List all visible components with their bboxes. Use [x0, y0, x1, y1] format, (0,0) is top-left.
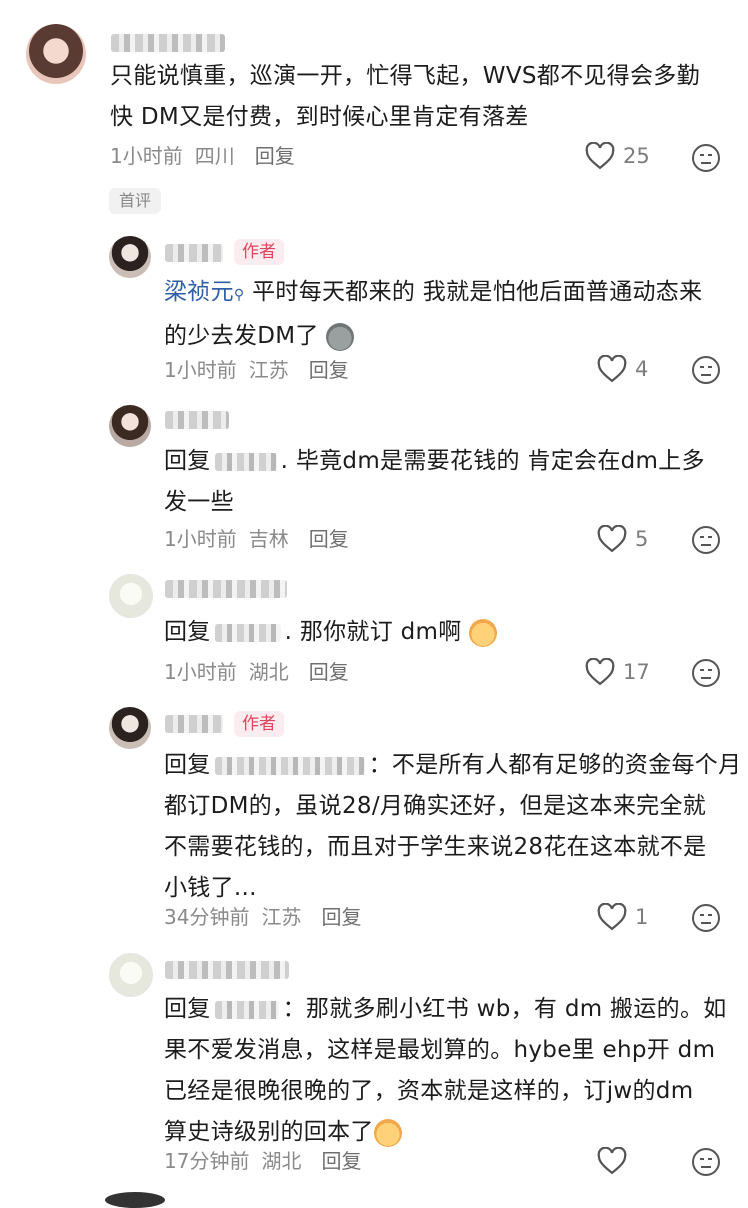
- comment-meta: 1小时前 江苏 回复: [164, 356, 361, 384]
- username-blurred[interactable]: [165, 244, 223, 262]
- avatar[interactable]: [109, 236, 151, 278]
- comment-meta: 1小时前 四川 回复: [110, 142, 307, 170]
- dislike-face-icon[interactable]: [691, 355, 721, 385]
- timestamp: 1小时前: [110, 144, 183, 168]
- like-button[interactable]: 17: [585, 658, 650, 686]
- heart-icon: [585, 142, 615, 170]
- heart-icon: [597, 1147, 627, 1175]
- mentioned-user-blurred[interactable]: [214, 756, 365, 775]
- like-count: 17: [623, 660, 650, 684]
- comment-meta: 17分钟前 湖北 回复: [164, 1147, 373, 1175]
- avatar[interactable]: [109, 574, 153, 618]
- reply-button[interactable]: 回复: [309, 660, 349, 684]
- dislike-face-icon[interactable]: [691, 903, 721, 933]
- avatar[interactable]: [109, 405, 151, 447]
- location: 吉林: [248, 527, 289, 551]
- search-icon: ⚲: [233, 287, 245, 303]
- comment-meta: 1小时前 吉林 回复: [164, 525, 361, 553]
- heart-icon: [597, 525, 627, 553]
- like-button[interactable]: 4: [597, 355, 648, 383]
- mentioned-user-blurred[interactable]: [214, 452, 277, 471]
- author-tag: 作者: [234, 711, 284, 737]
- like-count: 5: [635, 527, 649, 551]
- heart-icon: [597, 903, 627, 931]
- timestamp: 17分钟前: [164, 1149, 250, 1173]
- location: 四川: [194, 144, 235, 168]
- crying-emoji-icon: [373, 1118, 402, 1147]
- like-button[interactable]: 5: [597, 525, 648, 553]
- reply-button[interactable]: 回复: [321, 905, 361, 929]
- dislike-face-icon[interactable]: [691, 1147, 721, 1177]
- next-avatar-partial: [105, 1192, 165, 1208]
- reply-button[interactable]: 回复: [255, 144, 295, 168]
- heart-icon: [597, 355, 627, 383]
- mentioned-user-blurred[interactable]: [214, 1000, 279, 1019]
- reply-button[interactable]: 回复: [309, 527, 349, 551]
- reply-button[interactable]: 回复: [309, 358, 349, 382]
- mention-link[interactable]: 梁祯元: [164, 279, 234, 305]
- crying-emoji-icon: [469, 618, 498, 647]
- author-tag: 作者: [234, 239, 284, 265]
- timestamp: 1小时前: [164, 527, 237, 551]
- timestamp: 1小时前: [164, 358, 237, 382]
- comment-text: 回复 ：不是所有人都有足够的资金每个月 都订DM的，虽说28/月确实还好，但是这本…: [164, 752, 742, 901]
- username-blurred[interactable]: [111, 34, 225, 52]
- dislike-face-icon[interactable]: [691, 143, 721, 173]
- comment-text: 回复 ：那就多刷小红书 wb，有 dm 搬运的。如 果不爱发消息，这样是最划算的。…: [164, 996, 727, 1147]
- comment-text: 只能说慎重，巡演一开，忙得飞起，WVS都不见得会多勤 快 DM又是付费，到时候心…: [110, 63, 700, 130]
- sad-emoji-icon: [326, 322, 355, 351]
- username-blurred[interactable]: [165, 961, 289, 979]
- mentioned-user-blurred[interactable]: [214, 623, 281, 642]
- dislike-face-icon[interactable]: [691, 525, 721, 555]
- location: 江苏: [248, 358, 289, 382]
- like-count: 25: [623, 144, 650, 168]
- like-button[interactable]: 25: [585, 142, 650, 170]
- avatar[interactable]: [109, 707, 151, 749]
- username-blurred[interactable]: [165, 411, 229, 429]
- timestamp: 1小时前: [164, 660, 237, 684]
- location: 湖北: [261, 1149, 302, 1173]
- username-blurred[interactable]: [165, 580, 287, 598]
- comment-meta: 34分钟前 江苏 回复: [164, 903, 373, 931]
- like-count: 4: [635, 357, 649, 381]
- heart-icon: [585, 658, 615, 686]
- comment-meta: 1小时前 湖北 回复: [164, 658, 361, 686]
- comment-text: 回复. 那你就订 dm啊: [164, 612, 734, 653]
- comment-text: 梁祯元⚲ 平时每天都来的 我就是怕他后面普通动态来 的少去发DM了: [164, 279, 703, 351]
- avatar[interactable]: [26, 24, 86, 84]
- like-button[interactable]: [597, 1147, 627, 1175]
- avatar[interactable]: [109, 953, 153, 997]
- like-button[interactable]: 1: [597, 903, 648, 931]
- comment-text: 回复. 毕竟dm是需要花钱的 肯定会在dm上多 发一些: [164, 448, 705, 515]
- reply-button[interactable]: 回复: [321, 1149, 361, 1173]
- location: 江苏: [261, 905, 302, 929]
- timestamp: 34分钟前: [164, 905, 250, 929]
- username-blurred[interactable]: [165, 715, 223, 733]
- dislike-face-icon[interactable]: [691, 658, 721, 688]
- location: 湖北: [248, 660, 289, 684]
- like-count: 1: [635, 905, 649, 929]
- first-comment-badge: 首评: [109, 188, 162, 214]
